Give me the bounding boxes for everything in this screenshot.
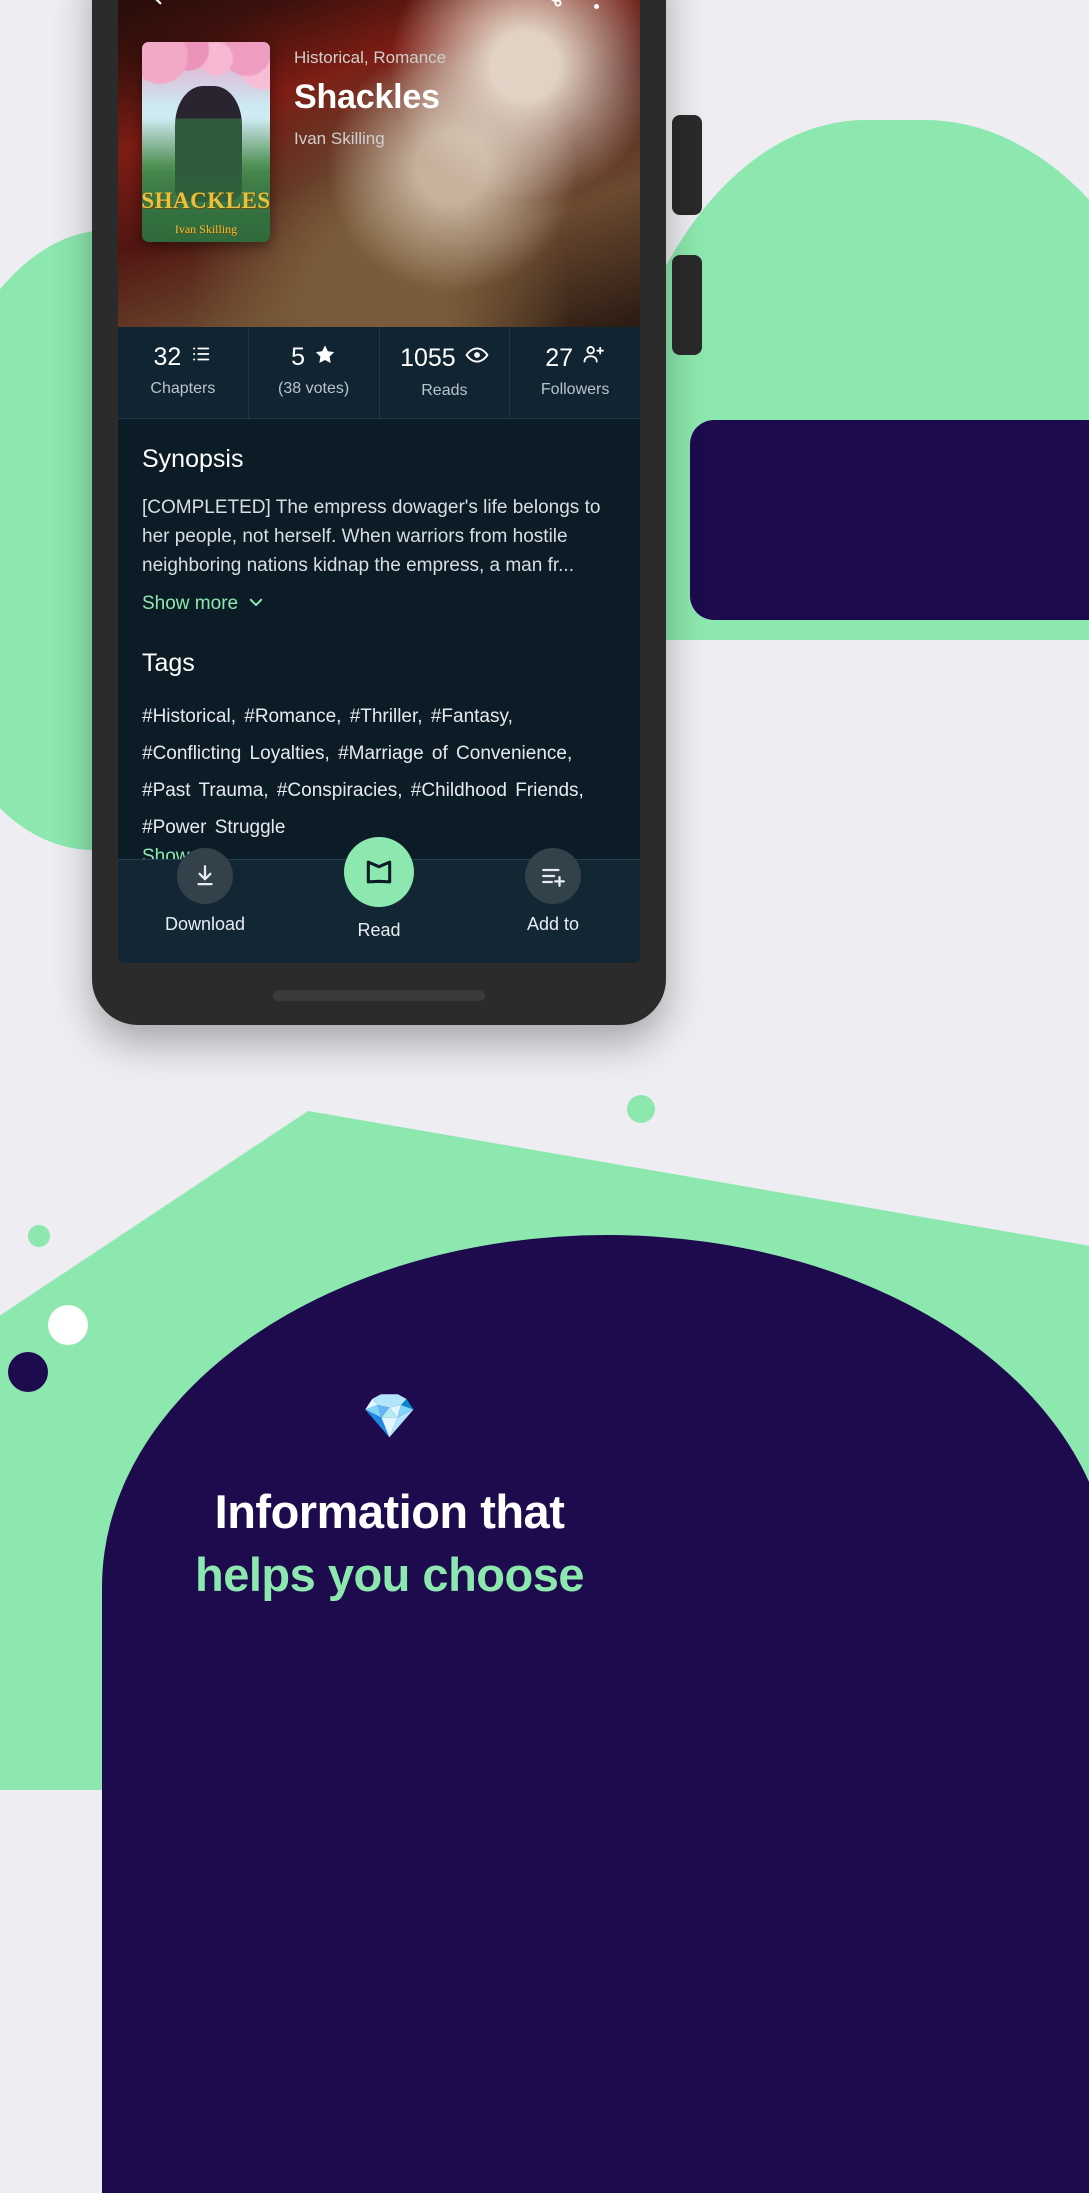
stat-label: (38 votes) bbox=[278, 380, 350, 397]
promo-headline-line1: Information that bbox=[214, 1485, 565, 1538]
stat-value-row: 32 bbox=[118, 343, 248, 372]
download-icon bbox=[177, 848, 233, 904]
phone-mockup: SHACKLES Ivan Skilling Historical, Roman… bbox=[92, 0, 666, 1025]
phone-side-button-top bbox=[672, 115, 702, 215]
synopsis-body: [COMPLETED] The empress dowager's life b… bbox=[142, 497, 601, 576]
add-list-icon bbox=[525, 848, 581, 904]
home-indicator bbox=[273, 990, 485, 1001]
decorative-dot bbox=[627, 1095, 655, 1123]
gem-icon: 💎 bbox=[362, 1392, 417, 1441]
synopsis-show-more-button[interactable]: Show more bbox=[142, 593, 265, 615]
list-icon bbox=[190, 343, 212, 372]
cover-author-text: Ivan Skilling bbox=[174, 222, 238, 236]
stat-value-row: 1055 bbox=[380, 343, 510, 374]
promo-headline-line2: helps you choose bbox=[195, 1547, 584, 1601]
cover-title-block: SHACKLES Ivan Skilling bbox=[142, 170, 270, 242]
phone-side-button-bottom bbox=[672, 255, 702, 355]
book-detail-content: Synopsis [COMPLETED] The empress dowager… bbox=[118, 419, 640, 868]
tags-heading: Tags bbox=[142, 648, 195, 677]
decorative-dot bbox=[716, 1272, 754, 1310]
book-stats-row: 32 Chapters 5 (38 votes) 1055 Reads 27 F… bbox=[118, 327, 640, 419]
decorative-dot bbox=[48, 1305, 88, 1345]
stat-label: Chapters bbox=[150, 380, 216, 397]
store-listing-screenshot: 💎 Information that helps you choose SHAC… bbox=[0, 0, 1089, 2193]
download-button[interactable]: Download bbox=[145, 848, 265, 935]
stat-value: 32 bbox=[153, 343, 182, 371]
purple-card-peek bbox=[690, 420, 1089, 620]
background-cutout bbox=[660, 640, 1089, 1100]
share-icon[interactable] bbox=[530, 0, 574, 18]
synopsis-heading: Synopsis bbox=[142, 445, 244, 473]
more-vertical-icon[interactable] bbox=[574, 0, 618, 18]
book-title: Shackles bbox=[294, 78, 440, 116]
add-person-icon bbox=[582, 343, 605, 373]
stat-chapters[interactable]: 32 Chapters bbox=[118, 327, 249, 418]
book-genres: Historical, Romance bbox=[294, 48, 447, 67]
stat-value-row: 5 bbox=[249, 343, 379, 372]
synopsis-show-more-label: Show more bbox=[142, 592, 239, 614]
star-icon bbox=[314, 343, 336, 372]
tags-list[interactable]: #Historical, #Romance, #Thriller, #Fanta… bbox=[142, 698, 616, 846]
stat-value-row: 27 bbox=[510, 343, 640, 373]
book-meta: Historical, Romance Shackles Ivan Skilli… bbox=[270, 42, 446, 242]
stat-label: Followers bbox=[540, 381, 610, 398]
stat-value: 5 bbox=[291, 343, 306, 371]
read-label: Read bbox=[357, 920, 401, 940]
stat-reads[interactable]: 1055 Reads bbox=[380, 327, 511, 418]
promo-headline: 💎 Information that helps you choose bbox=[0, 1395, 779, 1607]
add-to-button[interactable]: Add to bbox=[493, 848, 613, 935]
app-bar bbox=[118, 0, 640, 28]
back-arrow-icon[interactable] bbox=[140, 0, 184, 18]
book-summary-header: SHACKLES Ivan Skilling Historical, Roman… bbox=[118, 42, 640, 242]
stat-label: Reads bbox=[421, 382, 468, 399]
read-button[interactable]: Read bbox=[319, 837, 439, 941]
open-book-icon bbox=[344, 837, 414, 907]
book-hero-banner: SHACKLES Ivan Skilling Historical, Roman… bbox=[118, 0, 640, 327]
overflow-dots bbox=[593, 0, 599, 9]
stat-followers[interactable]: 27 Followers bbox=[510, 327, 640, 418]
stat-value: 27 bbox=[545, 343, 574, 372]
cover-title-text: SHACKLES bbox=[142, 188, 270, 213]
purple-dome-shape bbox=[102, 1235, 1089, 2193]
book-author[interactable]: Ivan Skilling bbox=[294, 129, 446, 149]
phone-screen: SHACKLES Ivan Skilling Historical, Roman… bbox=[118, 0, 640, 963]
add-to-label: Add to bbox=[526, 914, 580, 934]
chevron-down-icon bbox=[247, 593, 265, 615]
stat-rating[interactable]: 5 (38 votes) bbox=[249, 327, 380, 418]
decorative-dot bbox=[8, 1352, 48, 1392]
book-cover-image[interactable]: SHACKLES Ivan Skilling bbox=[142, 42, 270, 242]
stat-value: 1055 bbox=[400, 344, 456, 372]
download-label: Download bbox=[164, 914, 246, 934]
bottom-action-bar: Download Read Add to bbox=[118, 837, 640, 963]
eye-icon bbox=[465, 343, 489, 374]
decorative-dot bbox=[28, 1225, 50, 1247]
